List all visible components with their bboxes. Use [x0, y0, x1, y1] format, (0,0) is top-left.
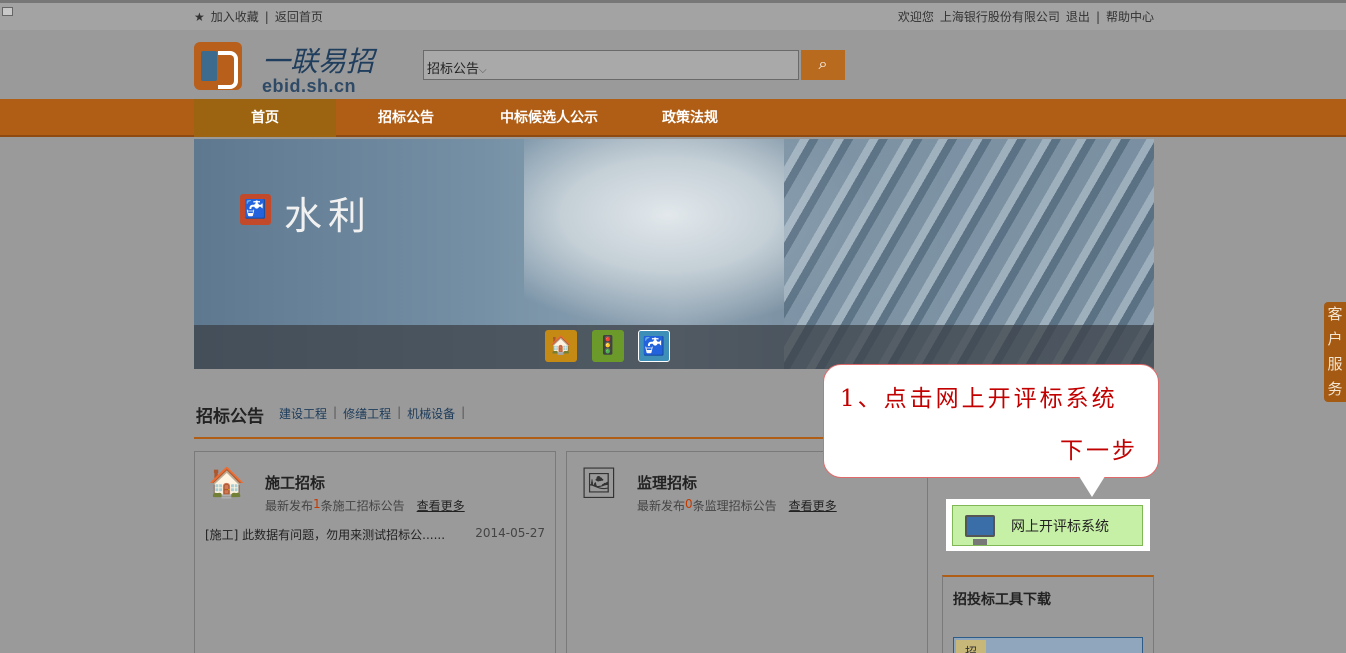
item-date: 2014-05-27 [475, 526, 545, 540]
construction-tender-card: 🏠 施工招标 最新发布 1 条施工招标公告 查看更多 [施工] 此数据有问题，勿用来… [194, 451, 556, 653]
online-bid-system-label: 网上开评标系统 [1011, 518, 1109, 535]
logo-text-en[interactable]: ebid.sh.cn [262, 76, 356, 97]
callout-tail [1077, 473, 1107, 497]
top-bar: ★ 加入收藏 | 返回首页 欢迎您 上海银行股份有限公司 退出 | 帮助中心 [0, 0, 1346, 30]
tool-download-item[interactable]: 招 [953, 637, 1143, 653]
tool-tag: 招 [956, 640, 986, 653]
search-box: 招标公告⌵ [423, 50, 799, 80]
section-links: 建设工程 | 修缮工程 | 机械设备 | [279, 405, 465, 422]
search-type-select[interactable]: 招标公告⌵ [427, 58, 487, 77]
link-machinery[interactable]: 机械设备 [407, 405, 455, 422]
link-construction[interactable]: 建设工程 [279, 405, 327, 422]
search-input[interactable] [496, 54, 794, 76]
monitor-icon [965, 514, 995, 545]
welcome-text: 欢迎您 [897, 10, 934, 24]
company-name: 上海银行股份有限公司 [939, 10, 1060, 24]
card-meta: 最新发布 1 条施工招标公告 查看更多 [265, 497, 465, 514]
link-repair[interactable]: 修缮工程 [343, 405, 391, 422]
search-icon: ⌕ [818, 56, 828, 73]
logo-icon[interactable] [194, 42, 242, 90]
view-more-link[interactable]: 查看更多 [789, 497, 837, 514]
star-icon: ★ [194, 9, 205, 24]
callout-line-1: 1、点击网上开评标系统 [840, 386, 1118, 412]
banner-thumb-strip [194, 325, 1154, 369]
add-favorite-link[interactable]: 加入收藏 [211, 8, 259, 25]
online-bid-system-button[interactable]: 网上开评标系统 [952, 505, 1143, 546]
logo-text-cn[interactable]: 一联易招 [262, 40, 374, 80]
help-center-link[interactable]: 帮助中心 [1106, 8, 1154, 25]
water-tap-icon[interactable]: 🚰 [638, 330, 670, 362]
separator: | [333, 405, 338, 419]
house-icon: 🏠 [208, 466, 246, 501]
chevron-down-icon: ⌵ [479, 65, 487, 76]
header: 一联易招 ebid.sh.cn 招标公告⌵ ⌕ [0, 30, 1346, 99]
main-nav: 首页 招标公告 中标候选人公示 政策法规 [0, 99, 1346, 137]
nav-item-tender-notice[interactable]: 招标公告 [346, 99, 466, 137]
separator: | [1095, 9, 1100, 24]
logout-link[interactable]: 退出 [1066, 8, 1090, 25]
card-title[interactable]: 施工招标 [265, 472, 325, 493]
separator: | [397, 405, 402, 419]
section-title: 招标公告 [196, 407, 264, 427]
card-title[interactable]: 监理招标 [637, 472, 697, 493]
nav-item-candidate-notice[interactable]: 中标候选人公示 [486, 99, 612, 137]
water-tap-icon: 🚰 [240, 194, 271, 225]
tender-count: 0 [685, 497, 693, 511]
traffic-light-icon[interactable]: 🚦 [592, 330, 624, 362]
banner: 🚰 水利 🏠 🚦 🚰 [194, 139, 1154, 369]
tools-title: 招投标工具下载 [953, 592, 1051, 608]
building-icon[interactable]: 🏠 [545, 330, 577, 362]
view-more-link[interactable]: 查看更多 [417, 497, 465, 514]
supervision-tender-card: 🖼 监理招标 最新发布 0 条监理招标公告 查看更多 [566, 451, 928, 653]
nav-item-policy[interactable]: 政策法规 [640, 99, 740, 137]
tools-download-panel: 招投标工具下载 招 [942, 575, 1154, 653]
window-icon [2, 7, 13, 16]
card-meta: 最新发布 0 条监理招标公告 查看更多 [637, 497, 837, 514]
banner-title: 水利 [284, 194, 373, 238]
instruction-callout: 1、点击网上开评标系统 下一步 [823, 364, 1159, 497]
tender-count: 1 [313, 497, 321, 511]
customer-service-tab[interactable]: 客户服务 [1324, 302, 1346, 402]
separator: | [264, 9, 269, 24]
search-button[interactable]: ⌕ [801, 50, 845, 80]
callout-line-2: 下一步 [1060, 438, 1138, 464]
picture-icon: 🖼 [579, 466, 619, 501]
list-item[interactable]: [施工] 此数据有问题，勿用来测试招标公...... 2014-05-27 [205, 526, 545, 543]
return-home-link[interactable]: 返回首页 [275, 8, 323, 25]
nav-item-home[interactable]: 首页 [194, 99, 336, 137]
separator: | [461, 405, 466, 419]
section-divider [194, 437, 928, 439]
